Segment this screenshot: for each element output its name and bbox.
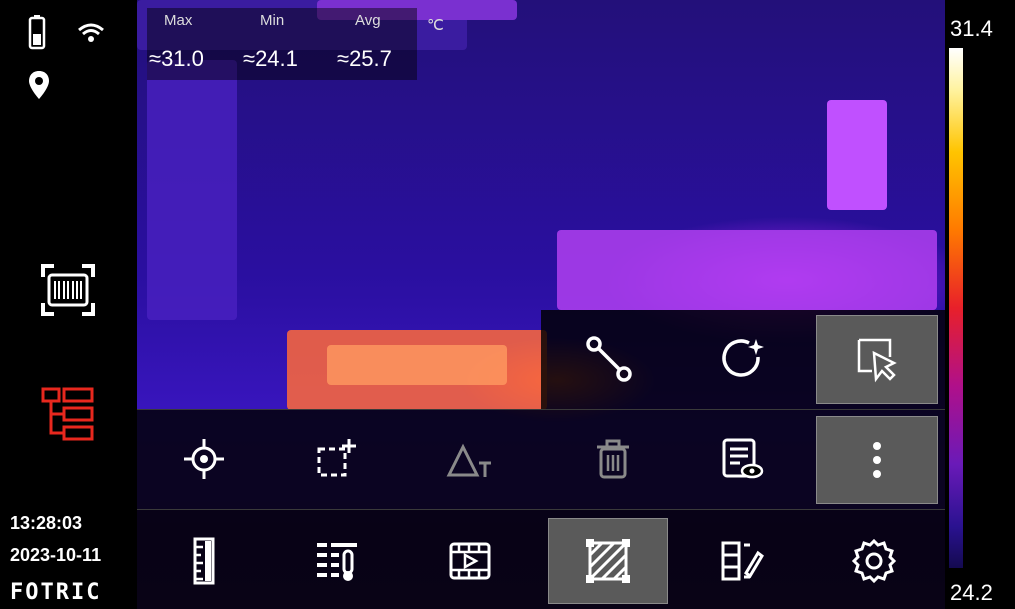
video-button[interactable]	[432, 524, 508, 598]
report-view-icon	[722, 438, 764, 479]
barcode-scan-icon[interactable]	[40, 263, 96, 317]
max-value: ≈31.0	[149, 46, 204, 71]
circle-add-icon	[722, 339, 764, 377]
temperature-table-icon	[317, 543, 357, 581]
line-tool-icon	[586, 336, 632, 382]
unit-label: ℃	[427, 17, 444, 34]
ruler-icon	[193, 537, 215, 585]
tree-list-icon[interactable]	[40, 386, 96, 442]
scale-max-value: 31.4	[950, 16, 993, 41]
temperature-readout: Max Min Avg ℃ ≈31.0 ≈24.1 ≈25.7	[147, 8, 444, 80]
line-tool-button[interactable]	[571, 322, 647, 396]
spot-crosshair-button[interactable]	[166, 422, 242, 496]
area-hatch-button[interactable]	[548, 518, 668, 604]
select-pointer-icon	[857, 338, 897, 382]
temperature-table-button[interactable]	[299, 524, 375, 598]
row-divider	[137, 409, 945, 410]
delta-t-icon	[446, 443, 491, 477]
max-label: Max	[164, 12, 193, 29]
avg-label: Avg	[355, 12, 381, 29]
trash-icon	[597, 439, 629, 479]
video-icon	[449, 542, 491, 580]
circle-add-button[interactable]	[704, 322, 780, 396]
settings-gear-icon	[851, 538, 897, 584]
wifi-icon	[77, 22, 105, 44]
left-status-bar: 13:28:03 2023-10-11 FOTRIC	[0, 0, 137, 609]
brand-logo: FOTRIC	[10, 580, 102, 605]
report-view-button[interactable]	[704, 422, 780, 496]
area-hatch-icon	[586, 539, 630, 583]
ruler-button[interactable]	[166, 524, 242, 598]
delta-t-button[interactable]	[432, 422, 508, 496]
delete-button[interactable]	[575, 422, 651, 496]
color-scale-bar	[949, 48, 963, 568]
scale-min-value: 24.2	[950, 580, 993, 605]
row-divider	[137, 509, 945, 510]
select-pointer-button[interactable]	[816, 315, 938, 404]
settings-button[interactable]	[836, 524, 912, 598]
battery-icon	[27, 14, 47, 50]
clock-time: 13:28:03	[10, 513, 83, 533]
date-text: 2023-10-11	[10, 545, 102, 565]
location-icon	[28, 70, 50, 100]
avg-value: ≈25.7	[337, 46, 392, 71]
spot-crosshair-icon	[184, 439, 224, 479]
main-toolbar	[137, 509, 945, 609]
edit-compare-button[interactable]	[704, 524, 780, 598]
min-value: ≈24.1	[243, 46, 298, 71]
more-vertical-icon	[873, 442, 881, 478]
add-rectangle-button[interactable]	[299, 422, 375, 496]
min-label: Min	[260, 12, 285, 29]
more-options-button[interactable]	[816, 416, 938, 504]
edit-compare-icon	[721, 541, 764, 581]
add-rectangle-icon	[317, 439, 356, 477]
